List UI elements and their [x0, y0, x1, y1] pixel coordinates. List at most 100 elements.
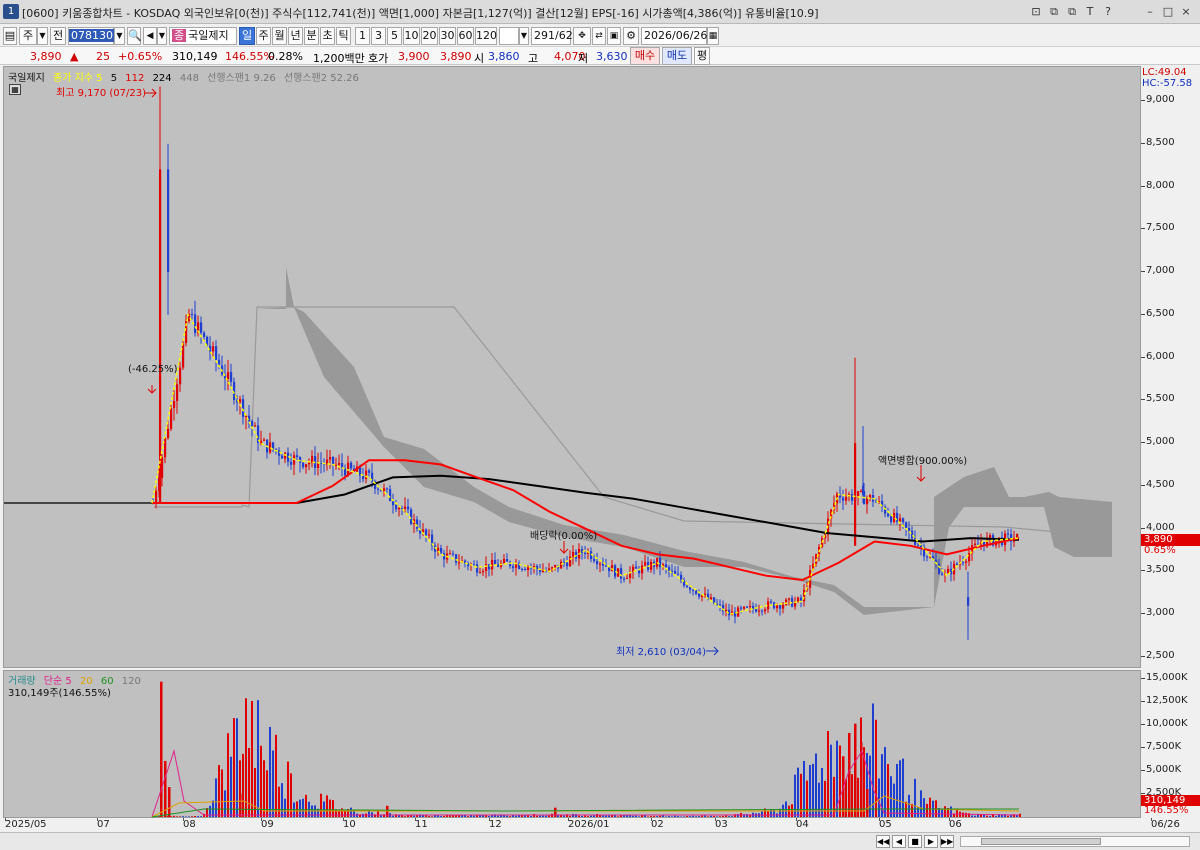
volume-bar — [497, 815, 499, 817]
close-icon[interactable]: × — [1178, 3, 1194, 20]
copy-icon[interactable]: ⧉ — [1046, 3, 1062, 20]
candle-body — [746, 606, 749, 608]
date-tick-label: 11 — [415, 819, 428, 830]
price-axis[interactable]: LC:49.04 HC:-57.58 9,000 8,500 8,000 7,500 7… — [1141, 66, 1200, 668]
candle-body — [254, 425, 257, 427]
save-icon[interactable]: ▣ — [607, 27, 621, 45]
volume-chart-panel[interactable]: 거래량 단순 5 20 60 120 310,149주(146.55%) — [3, 670, 1141, 818]
date-tick-mark — [949, 818, 950, 821]
stock-code-input[interactable]: 078130 — [68, 27, 115, 45]
interval-button[interactable]: 20 — [421, 27, 438, 45]
volume-bar — [299, 799, 301, 817]
title-bar: 1 [0600] 키움종합차트 - KOSDAQ 외국인보유[0(천)] 주식수… — [0, 0, 1200, 24]
maximize-icon[interactable]: □ — [1160, 3, 1176, 20]
window-number-badge[interactable]: 1 — [3, 4, 19, 19]
period-month-tab[interactable]: 월 — [272, 27, 287, 45]
price-tick-label: 4,500 — [1141, 478, 1175, 490]
toolbar: ▤ 주 ▼ 전 078130 ▼ 🔍 ◀ ▼ 종 국일제지 일 주 월 년 분 초… — [0, 25, 1200, 47]
volume-bar — [305, 794, 307, 817]
volume-bar — [869, 755, 871, 817]
volume-bar — [707, 816, 709, 817]
mode-button[interactable]: 주 — [19, 27, 37, 45]
scrollbar-thumb[interactable] — [981, 838, 1101, 845]
current-volume-pct: 146.55% — [1144, 805, 1189, 816]
search-icon[interactable]: 🔍 — [127, 27, 142, 45]
current-price: 3,890 — [30, 50, 62, 63]
minimize-icon[interactable]: – — [1142, 3, 1158, 20]
interval-button[interactable]: 1 — [355, 27, 370, 45]
price-chart-panel[interactable]: 국일제지 종가 지수 5 5 112 224 448 선행스팬1 9.26 선행… — [3, 66, 1141, 668]
stock-name-field[interactable]: 종 국일제지 — [169, 27, 237, 45]
candle-body — [155, 490, 158, 504]
candle-body — [596, 561, 599, 565]
speaker-icon[interactable]: ◀ — [143, 27, 157, 45]
interval-button[interactable]: 120 — [475, 27, 497, 45]
candle-body — [182, 342, 185, 368]
prev-icon[interactable]: ◀ — [892, 835, 906, 848]
date-tick-label: 12 — [489, 819, 502, 830]
period-minute-tab[interactable]: 분 — [304, 27, 319, 45]
candle-body — [305, 464, 308, 468]
help-icon[interactable]: ? — [1100, 3, 1116, 20]
split-arrow-icon — [916, 465, 926, 482]
volume-bar — [284, 798, 286, 817]
period-day-tab[interactable]: 일 — [239, 27, 255, 45]
avg-button[interactable]: 평 — [694, 47, 710, 65]
candle-body — [272, 442, 275, 449]
period-second-tab[interactable]: 초 — [320, 27, 335, 45]
period-tick-tab[interactable]: 틱 — [336, 27, 351, 45]
text-icon[interactable]: T — [1082, 3, 1098, 20]
candle-body — [443, 553, 446, 560]
date-tick-label: 06/26 — [1151, 819, 1180, 830]
period-year-tab[interactable]: 년 — [288, 27, 303, 45]
next-icon[interactable]: ▶ — [924, 835, 938, 848]
legend-volume-ma120: 120 — [121, 676, 141, 687]
chart-grid-icon[interactable]: ▦ — [9, 84, 21, 95]
speaker-dropdown-icon[interactable]: ▼ — [157, 27, 167, 45]
chart-scrollbar[interactable] — [960, 836, 1190, 847]
candle-body — [860, 490, 863, 492]
candle-body — [692, 589, 695, 591]
custom-interval-dropdown-icon[interactable]: ▼ — [519, 27, 529, 45]
count-input[interactable]: 291/625 — [531, 27, 580, 45]
volume-bar — [200, 816, 202, 817]
volume-bar — [692, 815, 694, 817]
stop-icon[interactable]: ■ — [908, 835, 922, 848]
code-dropdown-icon[interactable]: ▼ — [114, 27, 125, 45]
calendar-icon[interactable]: ▦ — [707, 27, 719, 45]
layout-icon[interactable]: ⊡ — [1028, 3, 1044, 20]
candle-body — [905, 522, 908, 528]
link-icon[interactable]: ⧉ — [1064, 3, 1080, 20]
volume-bar — [878, 778, 880, 817]
scale-icon[interactable]: ⇄ — [592, 27, 606, 45]
settings-icon[interactable]: ⚙ — [623, 27, 639, 45]
buy-button[interactable]: 매수 — [630, 47, 660, 65]
crosshair-icon[interactable]: ✥ — [573, 27, 591, 45]
volume-bar — [260, 745, 262, 817]
interval-button[interactable]: 30 — [439, 27, 456, 45]
candle-body — [698, 593, 701, 597]
candle-body — [695, 590, 698, 594]
volume-axis[interactable]: 15,000K 12,500K 10,000K 7,500K 5,000K 2,500K … — [1140, 670, 1200, 818]
candle-body — [862, 485, 865, 495]
prev-button[interactable]: 전 — [50, 27, 66, 45]
interval-button[interactable]: 5 — [387, 27, 402, 45]
volume-bar — [596, 814, 598, 817]
first-icon[interactable]: ◀◀ — [876, 835, 890, 848]
custom-interval-input[interactable] — [499, 27, 519, 45]
volume-bar — [683, 816, 685, 817]
candle-body — [623, 578, 626, 580]
volume-tick-label: 15,000K — [1141, 672, 1188, 683]
candle-body — [227, 372, 230, 379]
date-tick-mark — [183, 818, 184, 821]
menu-icon[interactable]: ▤ — [3, 27, 17, 45]
interval-button[interactable]: 10 — [403, 27, 420, 45]
interval-button[interactable]: 60 — [457, 27, 474, 45]
mode-dropdown-icon[interactable]: ▼ — [37, 27, 48, 45]
interval-button[interactable]: 3 — [371, 27, 386, 45]
sell-button[interactable]: 매도 — [662, 47, 692, 65]
volume-bar — [443, 815, 445, 817]
period-week-tab[interactable]: 주 — [256, 27, 271, 45]
date-input[interactable]: 2026/06/26 — [641, 27, 707, 45]
last-icon[interactable]: ▶▶ — [940, 835, 954, 848]
